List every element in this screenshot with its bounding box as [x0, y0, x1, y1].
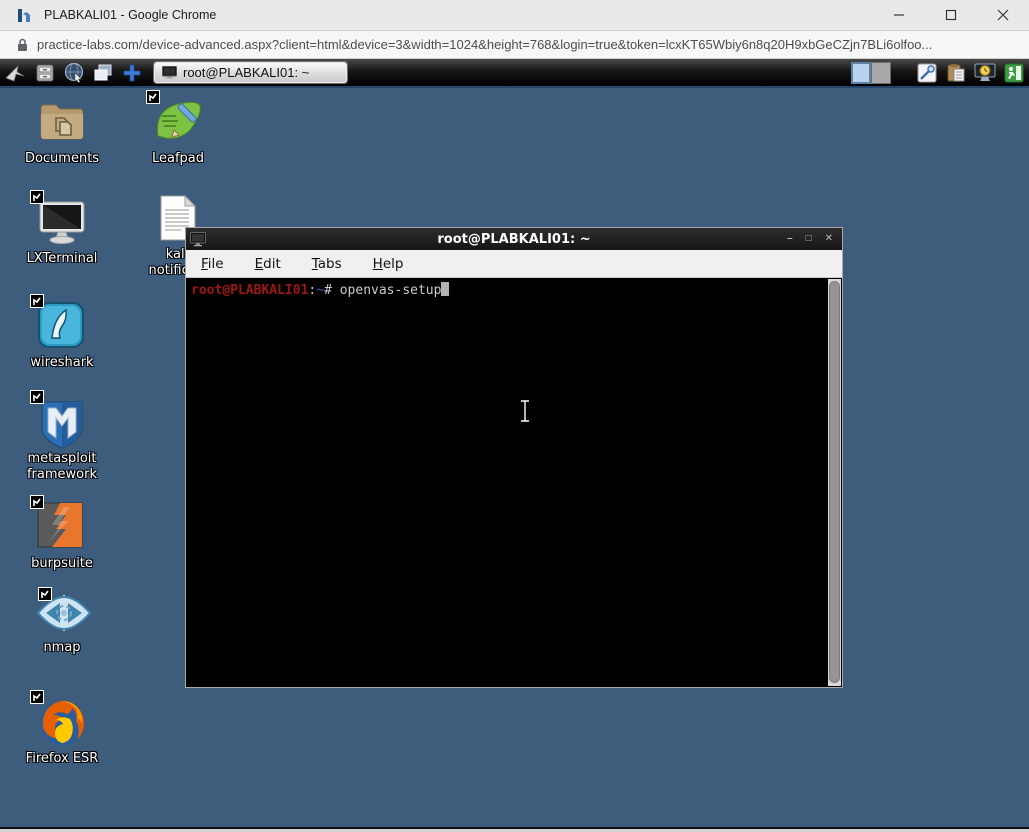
- taskbar-item-label: root@PLABKALI01: ~: [183, 65, 309, 80]
- shortcut-badge: [30, 495, 44, 509]
- menu-tabs[interactable]: Tabs: [309, 256, 345, 272]
- scrollbar-thumb[interactable]: [829, 281, 840, 683]
- screensaver-clock-icon[interactable]: [971, 61, 998, 85]
- icon-label: metasploit framework: [16, 451, 108, 483]
- web-browser-icon[interactable]: [61, 61, 87, 85]
- desktop-icon-leafpad[interactable]: Leafpad: [132, 96, 224, 167]
- terminal-menubar: File Edit Tabs Help: [186, 250, 842, 278]
- icon-label: burpsuite: [31, 556, 93, 572]
- bottom-panel-cutoff: [0, 827, 1029, 832]
- browser-titlebar: PLABKALI01 - Google Chrome: [0, 0, 1029, 31]
- file-manager-icon[interactable]: [32, 61, 58, 85]
- logout-icon[interactable]: [1000, 61, 1027, 85]
- prompt-user: root@PLABKALI01: [191, 283, 308, 298]
- icon-label: Documents: [25, 151, 99, 167]
- mouse-ibeam-cursor: [518, 398, 532, 424]
- folder-icon: [36, 96, 88, 148]
- terminal-window[interactable]: root@PLABKALI01: ~ – □ ✕ File Edit Tabs …: [185, 227, 843, 688]
- prompt-symbol: #: [324, 283, 340, 298]
- minimize-button[interactable]: [873, 0, 925, 30]
- desktop-icon-nmap[interactable]: nmap: [16, 593, 108, 656]
- terminal-content[interactable]: root@PLABKALI01:~# openvas-setup: [186, 278, 842, 687]
- workspace-1[interactable]: [851, 62, 871, 84]
- text-cursor-block: [441, 282, 449, 296]
- maximize-button[interactable]: [925, 0, 977, 30]
- shortcut-badge: [30, 390, 44, 404]
- menu-help[interactable]: Help: [370, 256, 407, 272]
- desktop-icon-metasploit[interactable]: metasploit framework: [16, 396, 108, 483]
- terminal-window-icon: [162, 66, 177, 79]
- kali-menu-icon[interactable]: [3, 61, 29, 85]
- shortcut-badge: [38, 587, 52, 601]
- terminal-title: root@PLABKALI01: ~: [186, 232, 842, 247]
- close-button[interactable]: [977, 0, 1029, 30]
- add-desktop-icon[interactable]: [119, 61, 145, 85]
- url-text[interactable]: practice-labs.com/device-advanced.aspx?c…: [37, 37, 1027, 52]
- workspace-2[interactable]: [871, 62, 891, 84]
- menu-file[interactable]: File: [198, 256, 227, 272]
- icon-label: nmap: [43, 640, 80, 656]
- terminal-titlebar[interactable]: root@PLABKALI01: ~ – □ ✕: [186, 228, 842, 250]
- shortcut-badge: [146, 90, 160, 104]
- terminal-close-button[interactable]: ✕: [825, 228, 833, 250]
- menu-edit[interactable]: Edit: [252, 256, 284, 272]
- shortcut-badge: [30, 190, 44, 204]
- desktop-icon-wireshark[interactable]: wireshark: [16, 300, 108, 371]
- icon-label: LXTerminal: [27, 251, 98, 267]
- terminal-window-icon: [190, 232, 206, 247]
- prompt-path: ~: [316, 283, 324, 298]
- desktop-icon-burpsuite[interactable]: burpsuite: [16, 501, 108, 572]
- desktop-icon-lxterminal[interactable]: LXTerminal: [16, 196, 108, 267]
- shortcut-badge: [30, 690, 44, 704]
- screenshot-tool-icon[interactable]: [913, 61, 940, 85]
- workspace-pager[interactable]: [851, 62, 891, 84]
- typed-command: openvas-setup: [340, 283, 442, 298]
- terminal-minimize-button[interactable]: –: [787, 228, 793, 250]
- practice-labs-favicon: [17, 7, 34, 24]
- window-title: PLABKALI01 - Google Chrome: [44, 8, 216, 22]
- desktop-icon-documents[interactable]: Documents: [16, 96, 108, 167]
- metasploit-icon: [36, 396, 88, 450]
- icon-label: Firefox ESR: [26, 751, 99, 767]
- terminal-line: root@PLABKALI01:~# openvas-setup: [191, 282, 822, 299]
- lock-icon: [17, 38, 28, 52]
- iconify-windows-icon[interactable]: [90, 61, 116, 85]
- url-bar[interactable]: practice-labs.com/device-advanced.aspx?c…: [0, 31, 1029, 59]
- icon-label: wireshark: [30, 355, 93, 371]
- desktop-icon-firefox[interactable]: Firefox ESR: [16, 696, 108, 767]
- taskbar-item-terminal[interactable]: root@PLABKALI01: ~: [153, 61, 348, 84]
- terminal-maximize-button[interactable]: □: [806, 228, 812, 250]
- icon-label: Leafpad: [152, 151, 204, 167]
- lxde-panel: root@PLABKALI01: ~: [0, 59, 1029, 88]
- clipboard-manager-icon[interactable]: [942, 61, 969, 85]
- shortcut-badge: [30, 294, 44, 308]
- terminal-scrollbar[interactable]: [828, 279, 841, 686]
